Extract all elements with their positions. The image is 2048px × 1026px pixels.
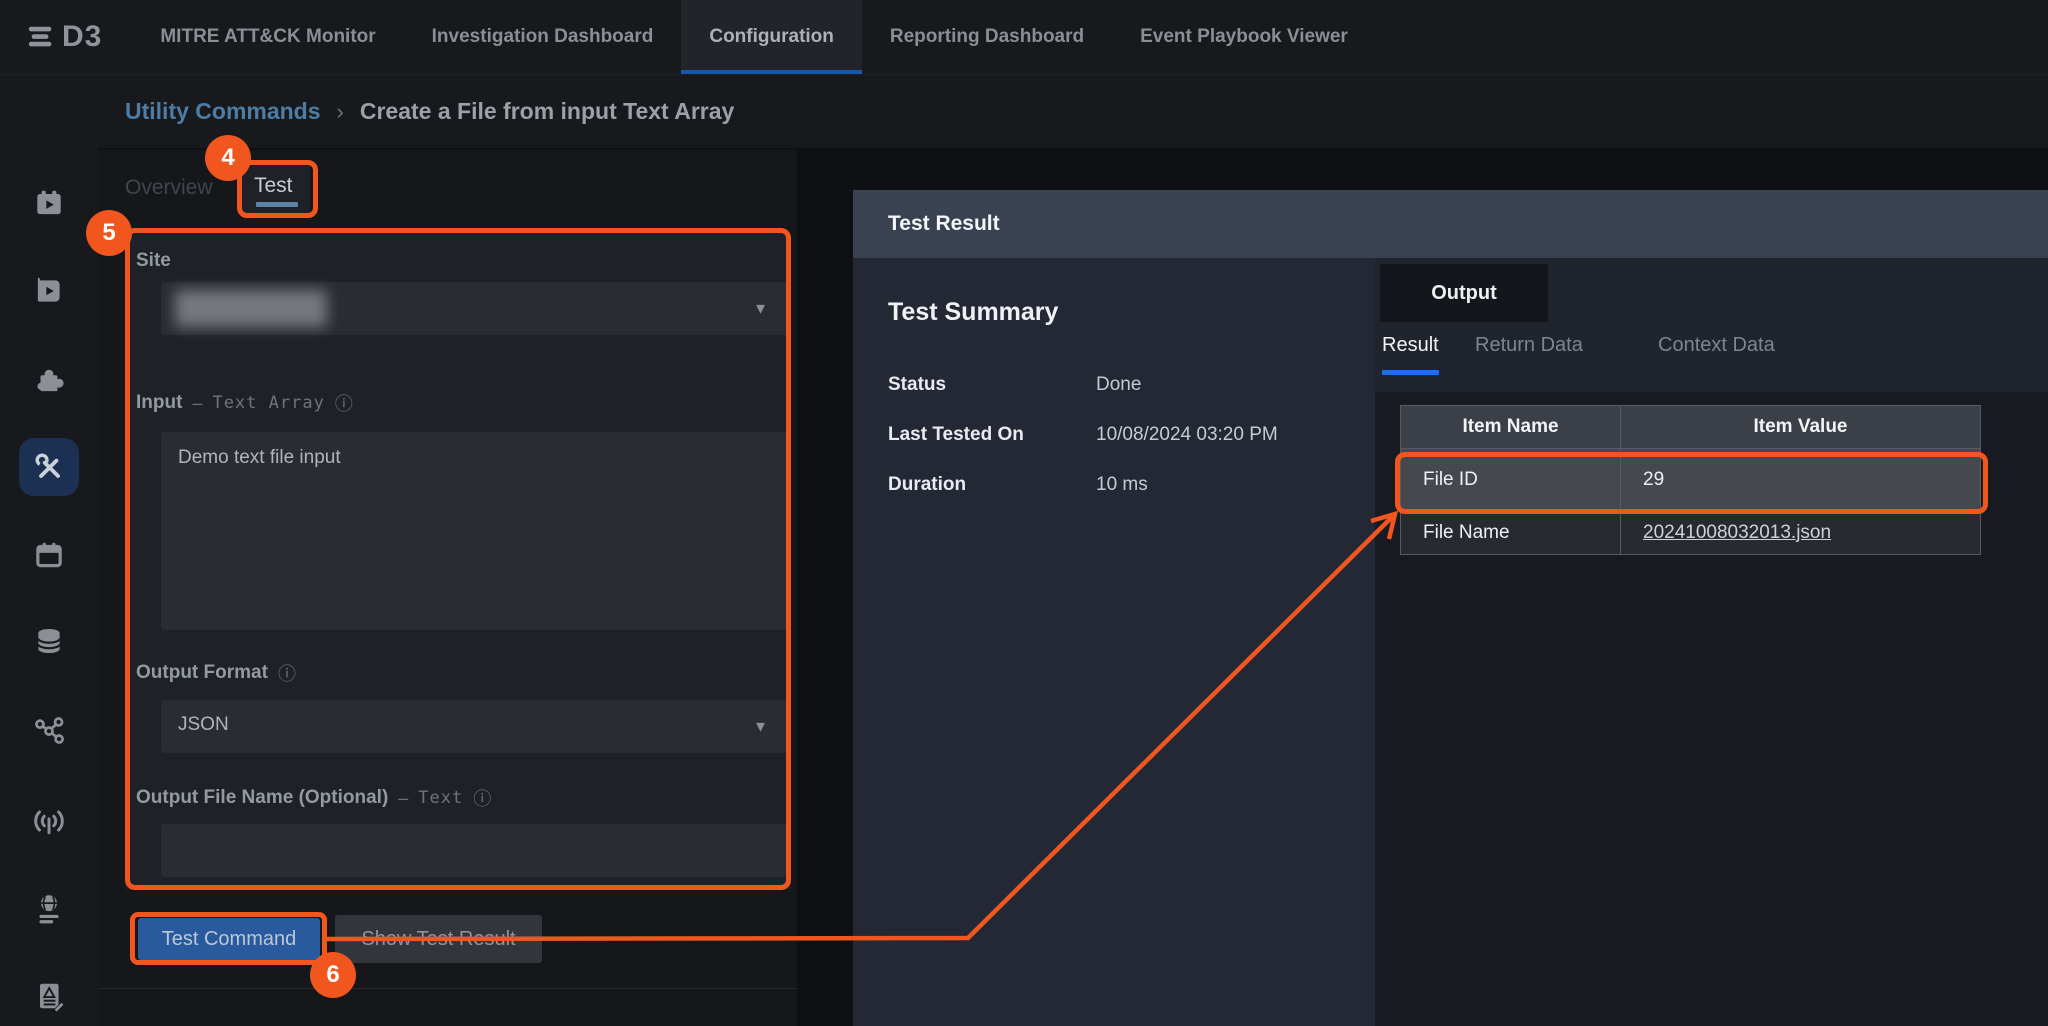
output-file-name-type: Text [418,788,463,808]
file-id-value-cell: 29 [1621,449,1981,511]
page-title: Create a File from input Text Array [360,98,734,125]
info-icon[interactable]: ⓘ [335,390,353,416]
test-command-button[interactable]: Test Command [138,918,320,960]
duration-value: 10 ms [1096,474,1148,496]
output-file-name-label: Output File Name (Optional) [136,787,388,809]
sidebar-item-calendar[interactable] [32,538,66,572]
subtab-context-data[interactable]: Context Data [1658,334,1775,357]
info-icon[interactable]: ⓘ [278,660,296,686]
d3-logo[interactable]: D3 [0,0,132,74]
sidebar-item-broadcast[interactable] [32,804,66,838]
database-icon [32,624,66,658]
nav-item-event-playbook-viewer[interactable]: Event Playbook Viewer [1112,0,1376,74]
summary-row-status: Status Done [888,374,1141,396]
test-summary-section: Test Summary Status Done Last Tested On … [853,258,1375,1026]
tab-output[interactable]: Output [1380,264,1548,322]
input-field-type: Text Array [212,393,324,413]
nav-item-reporting-dashboard[interactable]: Reporting Dashboard [862,0,1112,74]
sidebar-item-video-library[interactable] [32,274,66,308]
network-nodes-icon [32,713,66,747]
test-form: Site ▼ Input – Text Array ⓘ Demo text fi… [125,232,791,890]
breadcrumb-separator-icon: › [337,99,344,125]
output-format-value: JSON [178,714,229,736]
type-separator: – [398,788,408,809]
video-library-icon [32,274,66,308]
subtab-result[interactable]: Result [1382,334,1439,357]
subtab-return-data[interactable]: Return Data [1475,334,1583,357]
nav-item-configuration[interactable]: Configuration [681,0,862,74]
result-table: Item Name Item Value File ID 29 File Nam… [1400,405,1981,555]
table-row-file-id: File ID 29 [1401,449,1981,511]
summary-label: Last Tested On [888,424,1096,446]
tab-test-active-indicator [256,202,298,207]
table-row-file-name: File Name 20241008032013.json [1401,511,1981,555]
test-result-title: Test Result [853,212,1000,236]
summary-row-duration: Duration 10 ms [888,474,1148,496]
file-download-link[interactable]: 20241008032013.json [1643,522,1831,543]
input-textarea[interactable]: Demo text file input [161,432,790,630]
column-header-item-name: Item Name [1401,406,1621,449]
chevron-down-icon: ▼ [753,300,768,317]
sidebar-item-geo-rules[interactable] [32,892,66,926]
sidebar-item-database[interactable] [32,624,66,658]
last-tested-value: 10/08/2024 03:20 PM [1096,424,1278,446]
calendar-icon [32,538,66,572]
summary-label: Duration [888,474,1096,496]
site-select[interactable]: ▼ [161,282,790,335]
globe-rules-icon [32,892,66,926]
summary-label: Status [888,374,1096,396]
status-value: Done [1096,374,1141,396]
result-table-header-row: Item Name Item Value [1401,406,1981,449]
d3-logo-text: D3 [62,20,102,54]
sidebar-item-scheduled-playbook[interactable] [32,186,66,220]
type-separator: – [192,393,202,414]
sidebar-item-network-nodes[interactable] [32,713,66,747]
tab-overview[interactable]: Overview [125,176,213,200]
column-header-item-value: Item Value [1621,406,1981,449]
info-icon[interactable]: ⓘ [473,785,491,811]
incident-report-icon [32,979,66,1013]
breadcrumb-bar: Utility Commands › Create a File from in… [0,75,2048,148]
show-test-result-button[interactable]: Show Test Result [335,915,542,963]
test-summary-title: Test Summary [888,298,1058,327]
puzzle-icon [32,363,66,397]
chevron-down-icon: ▼ [753,718,768,735]
file-name-name-cell: File Name [1401,511,1621,555]
command-test-panel: Overview Test Site ▼ Input – Text Array … [98,150,797,1026]
site-selected-value-redacted [175,290,327,327]
top-nav: D3 MITRE ATT&CK Monitor Investigation Da… [0,0,2048,75]
input-field-label: Input [136,392,182,414]
sidebar-item-incident-report[interactable] [32,979,66,1013]
d3-logo-icon [26,22,56,52]
primary-nav: MITRE ATT&CK Monitor Investigation Dashb… [132,0,1375,74]
tools-icon [32,450,66,484]
nav-item-mitre-attack-monitor[interactable]: MITRE ATT&CK Monitor [132,0,403,74]
summary-row-last-tested: Last Tested On 10/08/2024 03:20 PM [888,424,1278,446]
panel-divider [98,988,797,989]
sidebar-rail [0,75,98,1026]
nav-item-investigation-dashboard[interactable]: Investigation Dashboard [404,0,682,74]
test-result-header: Test Result [853,190,2048,258]
subtab-result-active-indicator [1382,370,1439,375]
output-format-label: Output Format [136,662,268,684]
output-file-name-input[interactable] [161,824,790,877]
input-textarea-value: Demo text file input [178,447,341,469]
breadcrumb-parent-link[interactable]: Utility Commands [125,98,321,125]
output-format-select[interactable]: JSON ▼ [161,700,790,753]
sidebar-item-integrations-puzzle[interactable] [32,363,66,397]
sidebar-item-utility-tools[interactable] [32,450,66,484]
breadcrumb: Utility Commands › Create a File from in… [0,98,734,125]
tab-test[interactable]: Test [254,174,293,198]
file-name-value-cell: 20241008032013.json [1621,511,1981,555]
broadcast-icon [32,804,66,838]
file-id-name-cell: File ID [1401,449,1621,511]
calendar-play-icon [32,186,66,220]
app-window: D3 MITRE ATT&CK Monitor Investigation Da… [0,0,2048,1026]
site-field-label: Site [136,250,171,272]
